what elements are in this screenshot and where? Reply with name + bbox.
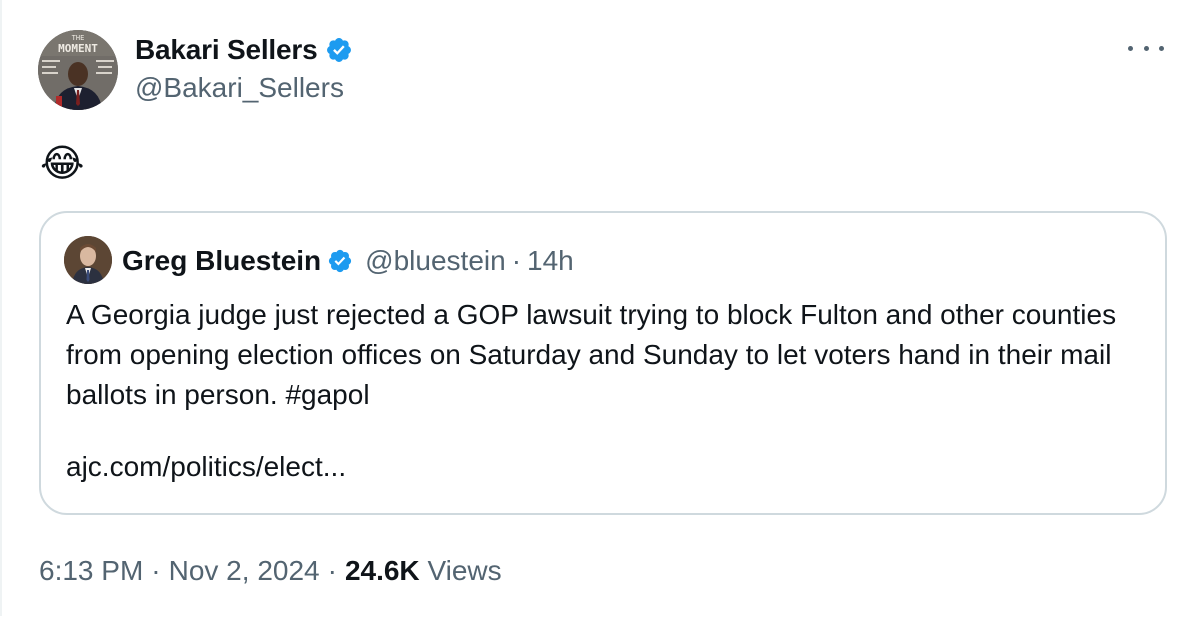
separator-dot: · [511, 245, 522, 276]
separator-dot: · [327, 555, 337, 586]
author-handle[interactable]: @Bakari_Sellers [135, 72, 353, 104]
svg-text:THE: THE [72, 34, 85, 42]
book-cover-avatar-icon: THE MOMENT [38, 30, 118, 110]
separator-dot: · [151, 555, 161, 586]
person-avatar-icon [64, 236, 112, 284]
author-avatar[interactable]: THE MOMENT [38, 30, 118, 110]
quoted-time: 14h [527, 245, 574, 276]
svg-text:MOMENT: MOMENT [58, 42, 98, 55]
quoted-author-handle: @bluestein [365, 245, 506, 276]
quoted-body: A Georgia judge just rejected a GOP laws… [66, 295, 1146, 487]
author-name-row: Bakari Sellers [135, 30, 353, 70]
author-name[interactable]: Bakari Sellers [135, 34, 318, 66]
tweet-card: THE MOMENT Bakari Sellers @Bakari_Seller… [0, 0, 1198, 616]
more-horizontal-icon [1128, 45, 1133, 51]
verified-badge-icon [327, 38, 352, 62]
tweet-meta: 6:13 PM · Nov 2, 2024 · 24.6K Views [39, 551, 502, 591]
author-info: Bakari Sellers @Bakari_Sellers [135, 30, 353, 104]
verified-badge-icon [329, 249, 352, 273]
views-count: 24.6K [344, 555, 420, 586]
tweet-text: 😂 [40, 143, 85, 185]
quoted-text: A Georgia judge just rejected a GOP laws… [66, 299, 1117, 410]
quoted-header: Greg Bluestein @bluestein · 14h [122, 241, 574, 281]
quoted-tweet[interactable]: Greg Bluestein @bluestein · 14h A Georgi… [39, 211, 1167, 515]
quoted-author-name: Greg Bluestein [122, 245, 322, 276]
tweet-time[interactable]: 6:13 PM [39, 555, 143, 587]
views-label: Views [427, 555, 502, 586]
quoted-link[interactable]: ajc.com/politics/elect... [66, 447, 1146, 487]
more-menu-button[interactable] [1128, 38, 1164, 58]
tweet-date[interactable]: Nov 2, 2024 [169, 555, 320, 587]
quoted-author-avatar[interactable] [64, 236, 112, 284]
